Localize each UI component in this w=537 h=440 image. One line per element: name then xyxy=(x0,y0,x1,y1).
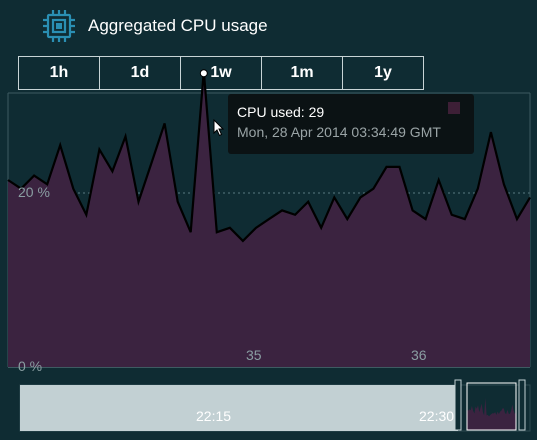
highlighted-point[interactable] xyxy=(199,69,208,78)
tooltip: CPU used: 29 Mon, 28 Apr 2014 03:34:49 G… xyxy=(228,94,474,154)
navigator-selection[interactable] xyxy=(20,385,458,431)
tooltip-value: CPU used: 29 xyxy=(237,104,325,120)
nav-tick-1: 22:15 xyxy=(196,408,231,424)
cpu-area-chart[interactable]: 0 % 20 % 35 36 22:15 22:30 xyxy=(0,0,537,440)
y-tick-20: 20 % xyxy=(18,184,50,200)
navigator-left-handle[interactable] xyxy=(454,379,462,431)
tooltip-time: Mon, 28 Apr 2014 03:34:49 GMT xyxy=(237,124,441,140)
series-color-swatch xyxy=(448,102,460,114)
x-tick-36: 36 xyxy=(411,347,427,363)
navigator-right-handle[interactable] xyxy=(518,379,526,431)
x-tick-35: 35 xyxy=(246,347,262,363)
nav-tick-2: 22:30 xyxy=(419,408,454,424)
y-tick-0: 0 % xyxy=(18,358,42,374)
navigator[interactable]: 22:15 22:30 xyxy=(19,379,531,432)
mouse-cursor-icon xyxy=(213,119,225,137)
